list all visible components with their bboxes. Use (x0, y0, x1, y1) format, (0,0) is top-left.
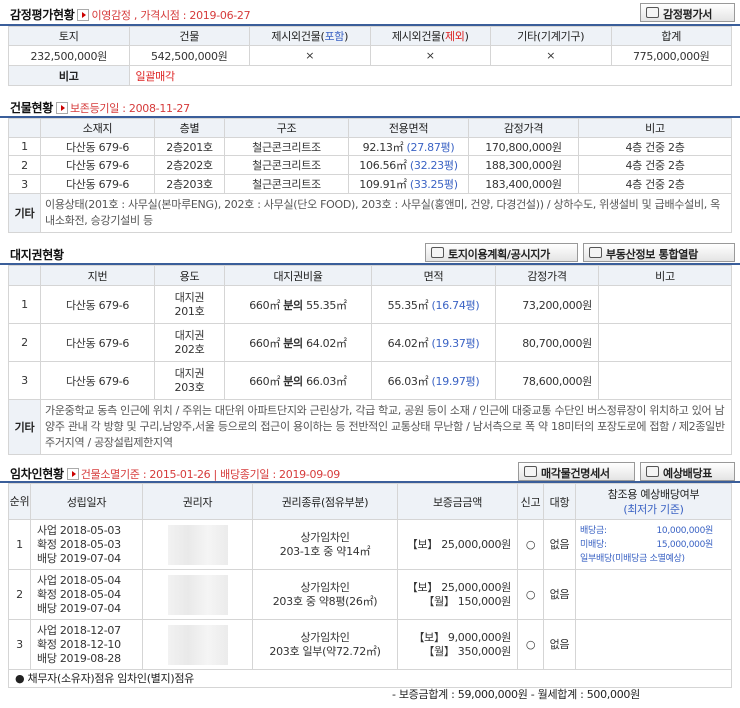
appraisal-subtitle: 이영감정 , 가격시점 : 2019-06-27 (91, 9, 251, 22)
value-extra-included: × (249, 45, 371, 66)
table-row: 2 다산동 679-6 2층202호 철근콘크리트조 106.56㎡ (32.2… (8, 155, 732, 175)
table-row: 2 다산동 679-6 대지권 202호 660㎡ 분의 64.02㎡ 64.02… (8, 323, 732, 362)
building-header: 건물현황 보존등기일 : 2008-11-27 (0, 94, 740, 118)
document-icon (646, 466, 659, 477)
col-machinery: 기타(기계기구) (490, 26, 612, 46)
sale-statement-button[interactable]: 매각물건명세서 (518, 462, 635, 481)
arrow-icon[interactable] (77, 9, 90, 21)
table-row: 3 다산동 679-6 2층203호 철근콘크리트조 109.91㎡ (33.2… (8, 174, 732, 194)
col-dividend: 참조용 예상배당여부 (최저가 기준) (575, 483, 732, 520)
col-area: 전용면적 (348, 118, 469, 138)
col-right-type: 권리종류(점유부분) (252, 483, 398, 520)
note-value: 일괄매각 (128, 65, 732, 86)
note-label: 비고 (8, 65, 130, 86)
etc-label: 기타 (8, 399, 41, 455)
value-extra-excluded: × (369, 45, 491, 66)
col-building: 건물 (128, 26, 250, 46)
col-price: 감정가격 (468, 118, 579, 138)
tenant-subtitle: 건물소멸기준 : 2015-01-26 | 배당종기일 : 2019-09-09 (80, 468, 341, 481)
appraisal-report-button[interactable]: 감정평가서 (640, 3, 735, 22)
land-table: 지번 용도 대지권비율 면적 감정가격 비고 1 다산동 679-6 대지권 20… (8, 265, 732, 455)
document-icon (431, 247, 444, 258)
appraisal-header: 감정평가현황 이영감정 , 가격시점 : 2019-06-27 감정평가서 (0, 0, 740, 26)
col-report: 신고 (517, 483, 544, 520)
col-claim: 대항 (543, 483, 576, 520)
table-row: 1 다산동 679-6 2층201호 철근콘크리트조 92.13㎡ (27.87… (8, 137, 732, 156)
value-machinery: × (490, 45, 612, 66)
col-price: 감정가격 (495, 265, 599, 286)
col-floor: 층별 (154, 118, 225, 138)
col-extra-excluded: 제시외건물(제외) (369, 26, 491, 46)
tenant-footer-note: ● 채무자(소유자)점유 임차인(별지)점유 (8, 669, 732, 688)
appraisal-title: 감정평가현황 이영감정 , 가격시점 : 2019-06-27 (10, 8, 251, 22)
table-row: 3 다산동 679-6 대지권 203호 660㎡ 분의 66.03㎡ 66.03… (8, 361, 732, 400)
arrow-icon[interactable] (66, 468, 79, 480)
land-use-plan-button[interactable]: 토지이용계획/공시지가 (425, 243, 578, 262)
col-date: 성립일자 (30, 483, 143, 520)
land-etc-text: 가운중학교 동측 인근에 위치 / 주위는 대단위 아파트단지와 근린상가, 각… (40, 399, 732, 455)
holder-redacted (142, 619, 253, 670)
appraisal-table: 토지 건물 제시외건물(포함) 제시외건물(제외) 기타(기계기구) 합계 23… (8, 26, 732, 86)
col-land: 토지 (8, 26, 130, 46)
tenant-header: 임차인현황 건물소멸기준 : 2015-01-26 | 배당종기일 : 2019-… (0, 461, 740, 483)
deposit-total: - 보증금합계 : 59,000,000원 - 월세합계 : 500,000원 (392, 688, 640, 701)
col-area: 면적 (371, 265, 496, 286)
document-icon (646, 7, 659, 18)
col-note: 비고 (578, 118, 732, 138)
holder-redacted (142, 519, 253, 570)
tenant-title: 임차인현황 건물소멸기준 : 2015-01-26 | 배당종기일 : 2019-… (10, 467, 341, 481)
value-building: 542,500,000원 (128, 45, 250, 66)
arrow-icon[interactable] (55, 102, 68, 114)
value-total: 775,000,000원 (610, 45, 732, 66)
etc-label: 기타 (8, 193, 41, 233)
table-row: 1 다산동 679-6 대지권 201호 660㎡ 분의 55.35㎡ 55.35… (8, 285, 732, 324)
holder-redacted (142, 569, 253, 620)
col-note: 비고 (598, 265, 732, 286)
col-rank: 순위 (8, 483, 31, 520)
col-ratio: 대지권비율 (224, 265, 372, 286)
col-holder: 권리자 (142, 483, 253, 520)
building-subtitle: 보존등기일 : 2008-11-27 (69, 102, 190, 115)
col-extra-included: 제시외건물(포함) (249, 26, 371, 46)
col-use: 용도 (154, 265, 225, 286)
building-table: 소재지 층별 구조 전용면적 감정가격 비고 1 다산동 679-6 2층201… (8, 118, 732, 233)
land-header: 대지권현황 토지이용계획/공시지가 부동산정보 통합열람 (0, 241, 740, 265)
expected-dividend-button[interactable]: 예상배당표 (640, 462, 735, 481)
tenant-table: 순위 성립일자 권리자 권리종류(점유부분) 보증금금액 신고 대항 참조용 예… (8, 483, 732, 688)
col-structure: 구조 (224, 118, 349, 138)
table-row: 1 사업 2018-05-03 확정 2018-05-03 배당 2019-07-0… (8, 519, 732, 570)
table-row: 3 사업 2018-12-07 확정 2018-12-10 배당 2019-08-2… (8, 619, 732, 670)
value-land: 232,500,000원 (8, 45, 130, 66)
col-lot: 지번 (40, 265, 155, 286)
realestate-info-button[interactable]: 부동산정보 통합열람 (583, 243, 735, 262)
document-icon (524, 466, 537, 477)
col-location: 소재지 (40, 118, 155, 138)
col-total: 합계 (610, 26, 732, 46)
building-title: 건물현황 보존등기일 : 2008-11-27 (10, 101, 190, 115)
col-deposit: 보증금금액 (397, 483, 518, 520)
document-icon (589, 247, 602, 258)
table-row: 2 사업 2018-05-04 확정 2018-05-04 배당 2019-07-0… (8, 569, 732, 620)
land-title: 대지권현황 (10, 248, 64, 262)
building-etc-text: 이용상태(201호 : 사무실(본마루ENG), 202호 : 사무실(단오 F… (40, 193, 732, 233)
